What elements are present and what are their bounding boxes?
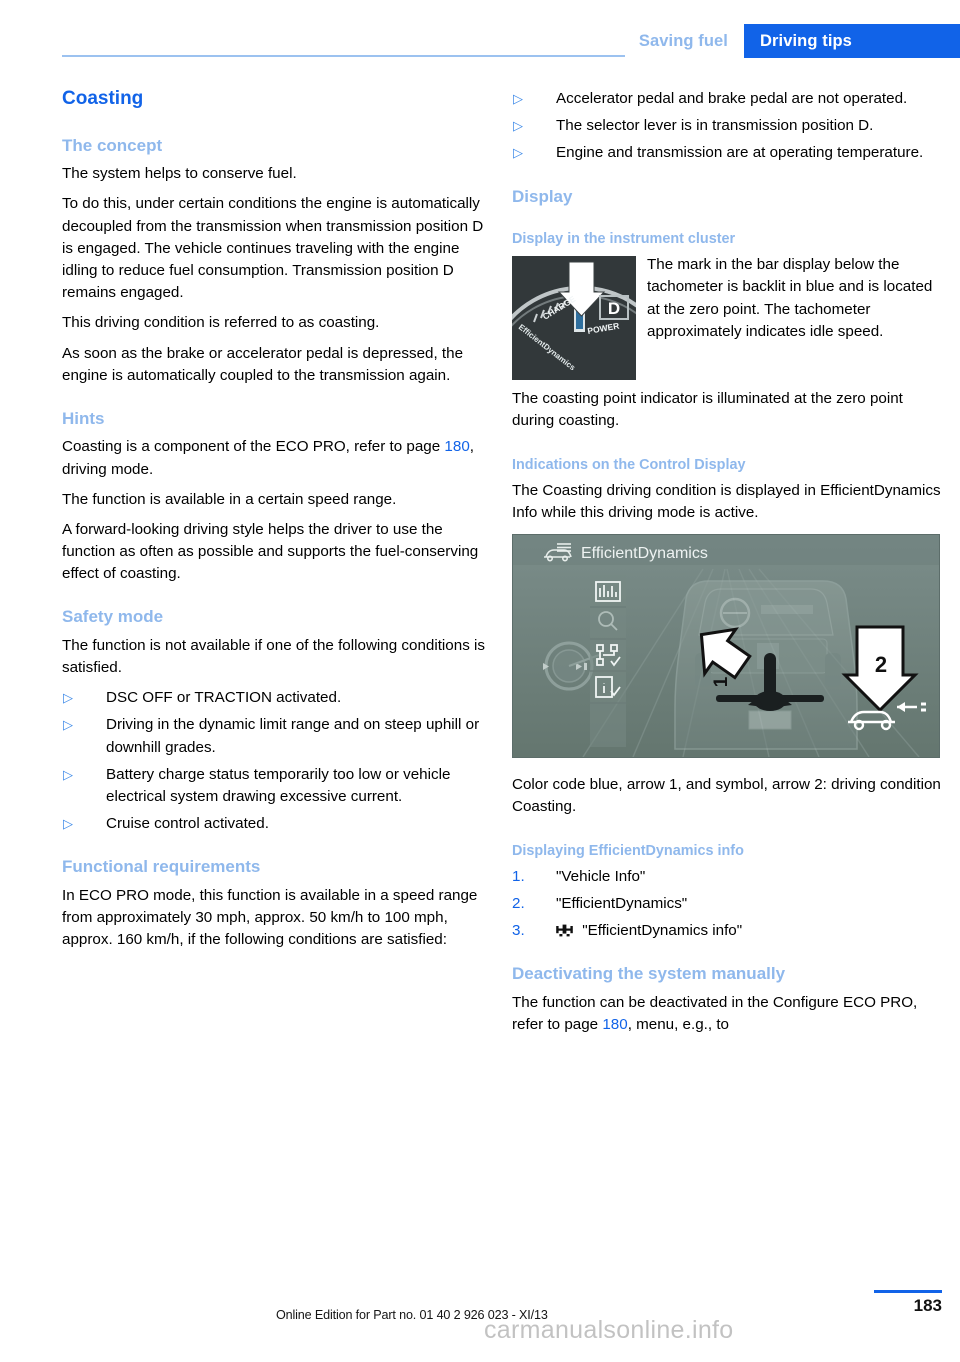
heading-display-instrument-cluster: Display in the instrument cluster <box>512 230 736 247</box>
instrument-cluster-caption: The mark in the bar display below the ta… <box>647 256 933 340</box>
cluster-followup-text: The coasting point indicator is illumina… <box>512 390 903 430</box>
list-item: 3. "EfficientDynamics info" <box>512 920 941 942</box>
triangle-bullet-icon: ▷ <box>513 145 523 161</box>
hints-paragraph-1: Coasting is a component of the ECO PRO, … <box>62 436 491 480</box>
deactivating-text: The function can be deactivated in the C… <box>512 992 941 1036</box>
hints-paragraph-2: The function is available in a certain s… <box>62 490 397 508</box>
list-item: ▷ Battery charge status temporarily too l… <box>62 764 491 808</box>
efficientdynamics-icon <box>556 922 573 937</box>
callout-arrow-1-label: 1 <box>711 677 732 688</box>
list-item-label: Accelerator pedal and brake pedal are no… <box>556 90 908 107</box>
step-number: 2. <box>512 895 525 913</box>
list-item: ▷ Accelerator pedal and brake pedal are n… <box>512 88 941 110</box>
functional-requirements-intro: In ECO PRO mode, this function is availa… <box>62 886 478 949</box>
instrument-cluster-image: D CHARGE POWER EfficientDynamics <box>512 256 636 381</box>
triangle-bullet-icon: ▷ <box>513 91 523 106</box>
concept-paragraph-1: The system helps to conserve fuel. <box>62 165 297 183</box>
triangle-bullet-icon: ▷ <box>63 690 73 706</box>
page-header: Saving fuel Driving tips <box>0 0 960 62</box>
control-display-caption: Color code blue, arrow 1, and symbol, ar… <box>512 776 941 816</box>
concept-paragraph-4: As soon as the brake or accelerator peda… <box>62 344 464 384</box>
heading-the-concept: The concept <box>62 135 163 155</box>
control-display-image: EfficientDynamics 1 2 <box>512 534 940 759</box>
heading-hints: Hints <box>62 408 105 428</box>
list-item: ▷ Driving in the dynamic limit range and … <box>62 714 491 758</box>
list-item: ▷ Cruise control activated. <box>62 813 491 835</box>
step-label: "Vehicle Info" <box>556 867 646 885</box>
svg-text:D: D <box>608 299 620 318</box>
heading-indications-control-display: Indications on the Control Display <box>512 456 746 473</box>
list-item-label: DSC OFF or TRACTION activated. <box>106 689 342 707</box>
list-item-label: Cruise control activated. <box>106 815 269 833</box>
triangle-bullet-icon: ▷ <box>63 766 73 782</box>
displaying-info-steps: 1. "Vehicle Info" 2. "EfficientDynamics"… <box>512 866 941 943</box>
list-item: 1. "Vehicle Info" <box>512 866 941 888</box>
list-item-label: The selector lever is in transmission po… <box>556 117 874 135</box>
page-footer: Online Edition for Part no. 01 40 2 926 … <box>0 1290 960 1350</box>
step-number: 1. <box>512 867 525 885</box>
list-item: ▷ The selector lever is in transmission p… <box>512 115 941 137</box>
page-title: Coasting <box>62 88 144 109</box>
list-item: ▷ Engine and transmission are at operatin… <box>512 142 941 164</box>
heading-display: Display <box>512 186 573 206</box>
step-label: "EfficientDynamics info" <box>582 922 743 940</box>
right-column: ▷ Accelerator pedal and brake pedal are n… <box>512 88 941 1044</box>
page-reference-180[interactable]: 180 <box>602 1016 627 1033</box>
concept-paragraph-3: This driving condition is referred to as… <box>62 314 380 332</box>
control-display-illustration: EfficientDynamics 1 2 <box>513 535 939 758</box>
page-number-rule <box>874 1290 942 1293</box>
triangle-bullet-icon: ▷ <box>513 118 523 134</box>
list-item: ▷ DSC OFF or TRACTION activated. <box>62 687 491 709</box>
chapter-tabs: Saving fuel Driving tips <box>624 24 960 58</box>
control-display-title: EfficientDynamics <box>581 545 708 562</box>
triangle-bullet-icon: ▷ <box>63 816 73 832</box>
step-number: 3. <box>512 922 525 940</box>
callout-arrow-2-label: 2 <box>875 652 887 677</box>
triangle-bullet-icon: ▷ <box>63 717 73 733</box>
heading-displaying-efficientdynamics-info: Displaying EfficientDynamics info <box>512 842 744 859</box>
watermark: carmanualsonline.info <box>484 1316 734 1344</box>
page-number: 183 <box>913 1296 942 1315</box>
tab-saving-fuel[interactable]: Saving fuel <box>624 24 744 58</box>
heading-deactivating-system-manually: Deactivating the system manually <box>512 964 786 984</box>
heading-functional-requirements: Functional requirements <box>62 857 261 877</box>
list-item-label: Engine and transmission are at operating… <box>556 144 924 162</box>
safety-mode-intro: The function is not available if one of … <box>62 636 485 677</box>
list-item-label: Driving in the dynamic limit range and o… <box>106 716 480 756</box>
instrument-cluster-figure: D CHARGE POWER EfficientDynamics The mar… <box>512 254 941 382</box>
step-label: "EfficientDynamics" <box>556 895 688 913</box>
hints-paragraph-3: A forward-looking driving style helps th… <box>62 520 479 583</box>
list-item: 2. "EfficientDynamics" <box>512 893 941 915</box>
sidebar-icon-column <box>590 575 626 748</box>
heading-safety-mode: Safety mode <box>62 607 164 627</box>
concept-paragraph-2: To do this, under certain conditions the… <box>62 195 484 302</box>
hints-text-before: Coasting is a component of the ECO PRO, … <box>62 438 445 456</box>
list-item-label: Battery charge status temporarily too lo… <box>106 765 451 805</box>
instrument-cluster-illustration: D CHARGE POWER EfficientDynamics <box>512 256 636 381</box>
deactivating-text-after: , menu, e.g., to <box>627 1016 729 1034</box>
functional-requirements-bullet-list: ▷ Accelerator pedal and brake pedal are n… <box>512 88 941 165</box>
left-column: Coasting The concept The system helps to… <box>62 88 491 959</box>
page-reference-180[interactable]: 180 <box>444 438 469 455</box>
safety-mode-bullet-list: ▷ DSC OFF or TRACTION activated. ▷ Driving… <box>62 687 491 835</box>
control-display-text: The Coasting driving condition is displa… <box>512 481 941 522</box>
tab-driving-tips[interactable]: Driving tips <box>744 24 960 58</box>
